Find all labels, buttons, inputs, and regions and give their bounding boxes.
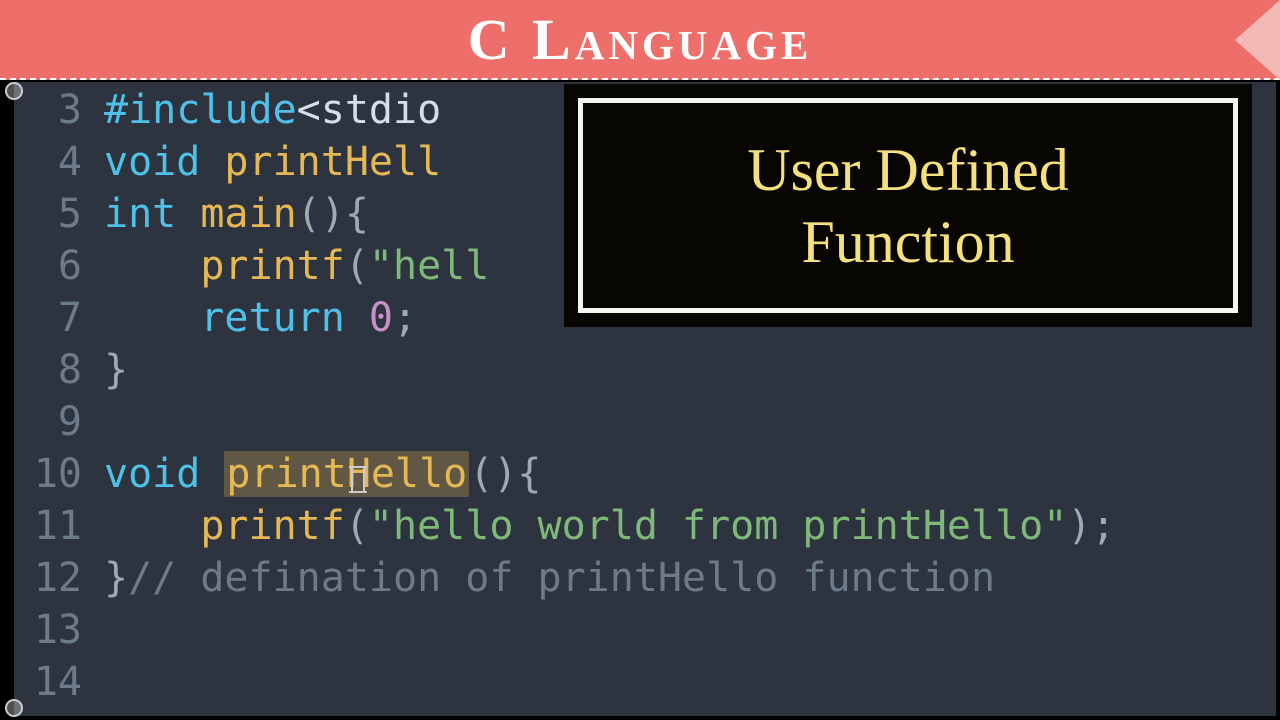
line-number: 10	[14, 448, 104, 500]
caption-overlay: User Defined Function	[578, 98, 1238, 313]
code-content[interactable]: }// defination of printHello function	[104, 552, 1276, 604]
line-number: 11	[14, 500, 104, 552]
code-content[interactable]: void printHello(){	[104, 448, 1276, 500]
code-token: return	[200, 295, 345, 341]
code-token: 0	[369, 295, 393, 341]
line-number: 7	[14, 292, 104, 344]
line-number: 13	[14, 604, 104, 656]
code-token: "hello world from printHello"	[369, 503, 1067, 549]
line-number: 9	[14, 396, 104, 448]
code-token	[104, 295, 200, 341]
code-token: #include	[104, 87, 297, 133]
resize-handle-top-left[interactable]	[5, 82, 23, 100]
code-line[interactable]: 11 printf("hello world from printHello")…	[14, 500, 1276, 552]
code-token	[200, 139, 224, 185]
title-banner: C Language	[0, 0, 1280, 80]
banner-title: C Language	[468, 6, 813, 73]
code-content[interactable]	[104, 396, 1276, 448]
code-line[interactable]: 12}// defination of printHello function	[14, 552, 1276, 604]
code-token: printf	[200, 503, 345, 549]
code-token: );	[1067, 503, 1115, 549]
line-number: 14	[14, 656, 104, 708]
code-token: }	[104, 555, 128, 601]
code-token: (	[345, 243, 369, 289]
code-line[interactable]: 9	[14, 396, 1276, 448]
code-token: // defination of printHello function	[128, 555, 995, 601]
code-line[interactable]: 10void printHello(){	[14, 448, 1276, 500]
code-line[interactable]: 14	[14, 656, 1276, 708]
code-token: printHell	[224, 139, 441, 185]
caption-line-2: Function	[801, 209, 1014, 275]
code-token: main	[200, 191, 296, 237]
banner-arrow-icon	[1225, 0, 1280, 80]
code-token	[176, 191, 200, 237]
resize-handle-bottom-left[interactable]	[5, 699, 23, 717]
line-number: 4	[14, 136, 104, 188]
code-line[interactable]: 8}	[14, 344, 1276, 396]
code-token: (	[345, 503, 369, 549]
code-content[interactable]: }	[104, 344, 1276, 396]
code-token	[345, 295, 369, 341]
code-token: printHello	[224, 451, 469, 497]
line-number: 3	[14, 84, 104, 136]
code-token	[200, 451, 224, 497]
code-token: void	[104, 451, 200, 497]
code-token	[104, 243, 200, 289]
line-number: 6	[14, 240, 104, 292]
code-token: <stdio	[297, 87, 442, 133]
code-content[interactable]	[104, 656, 1276, 708]
code-token	[104, 503, 200, 549]
line-number: 12	[14, 552, 104, 604]
line-number: 5	[14, 188, 104, 240]
code-content[interactable]: printf("hello world from printHello");	[104, 500, 1276, 552]
line-number: 8	[14, 344, 104, 396]
code-token: (){	[469, 451, 541, 497]
code-token: int	[104, 191, 176, 237]
caption-line-1: User Defined	[747, 137, 1069, 203]
code-token: ;	[393, 295, 417, 341]
code-line[interactable]: 13	[14, 604, 1276, 656]
code-token: (){	[297, 191, 369, 237]
code-token: }	[104, 347, 128, 393]
code-token: printf	[200, 243, 345, 289]
code-token: void	[104, 139, 200, 185]
code-content[interactable]	[104, 604, 1276, 656]
code-token: "hell	[369, 243, 489, 289]
